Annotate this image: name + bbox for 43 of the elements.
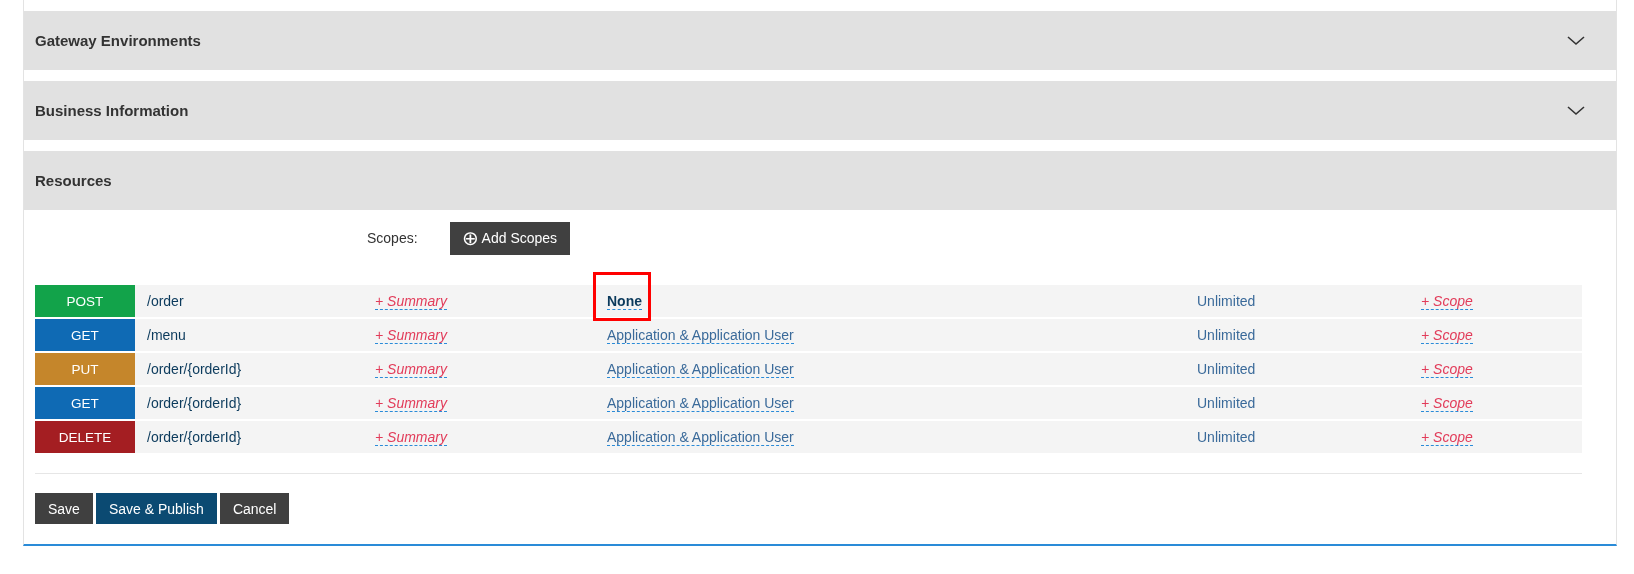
section-title: Resources: [35, 172, 112, 189]
resource-path: /order/{orderId}: [147, 429, 242, 445]
resource-path: /order: [147, 293, 184, 309]
section-header[interactable]: Gateway Environments: [24, 11, 1616, 70]
auth-type-link[interactable]: None: [607, 293, 642, 310]
throttling-value: Unlimited: [1197, 293, 1256, 309]
scope-link[interactable]: + Scope: [1421, 429, 1473, 446]
summary-link[interactable]: + Summary: [375, 361, 447, 378]
resource-path: /order/{orderId}: [147, 361, 242, 377]
summary-link[interactable]: + Summary: [375, 429, 447, 446]
chevron-down-icon: [1567, 105, 1585, 116]
auth-type-link[interactable]: Application & Application User: [607, 429, 794, 446]
section-title: Gateway Environments: [35, 32, 201, 49]
method-badge: PUT: [35, 353, 135, 385]
resource-path: /order/{orderId}: [147, 395, 242, 411]
scopes-label: Scopes:: [367, 230, 418, 246]
action-button[interactable]: Save & Publish: [95, 493, 217, 524]
scope-link[interactable]: + Scope: [1421, 361, 1473, 378]
auth-type-link[interactable]: Application & Application User: [607, 327, 794, 344]
throttling-value: Unlimited: [1197, 395, 1256, 411]
add-scopes-button[interactable]: ⊕Add Scopes: [449, 221, 571, 255]
auth-type-link[interactable]: Application & Application User: [607, 395, 794, 412]
resource-path: /menu: [147, 327, 186, 343]
section-header[interactable]: Resources: [24, 151, 1616, 210]
action-button[interactable]: Save: [35, 493, 93, 524]
chevron-down-icon: [1567, 35, 1585, 46]
method-badge: GET: [35, 319, 135, 351]
action-button[interactable]: Cancel: [219, 493, 290, 524]
summary-link[interactable]: + Summary: [375, 327, 447, 344]
section-title: Business Information: [35, 102, 189, 119]
summary-link[interactable]: + Summary: [375, 395, 447, 412]
method-badge: GET: [35, 387, 135, 419]
method-badge: DELETE: [35, 421, 135, 453]
section-header[interactable]: Business Information: [24, 81, 1616, 140]
method-badge: POST: [35, 285, 135, 317]
scope-link[interactable]: + Scope: [1421, 293, 1473, 310]
scope-link[interactable]: + Scope: [1421, 395, 1473, 412]
throttling-value: Unlimited: [1197, 361, 1256, 377]
scope-link[interactable]: + Scope: [1421, 327, 1473, 344]
throttling-value: Unlimited: [1197, 429, 1256, 445]
auth-type-link[interactable]: Application & Application User: [607, 361, 794, 378]
throttling-value: Unlimited: [1197, 327, 1256, 343]
summary-link[interactable]: + Summary: [375, 293, 447, 310]
